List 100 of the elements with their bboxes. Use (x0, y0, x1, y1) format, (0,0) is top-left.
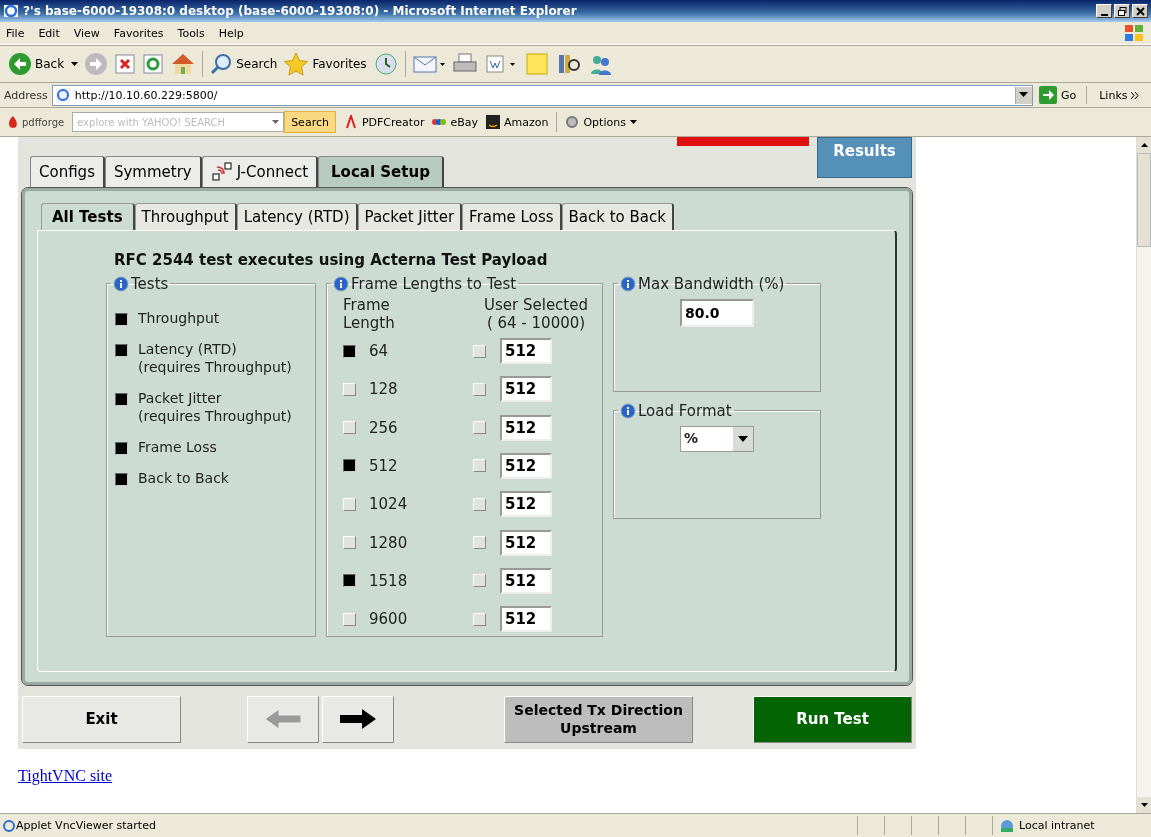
menu-item[interactable]: Help (218, 26, 244, 40)
checkbox-label: 9600 (369, 610, 409, 629)
checkbox-label: 1024 (369, 495, 409, 514)
down-arrow-icon[interactable] (1140, 803, 1148, 807)
column-header: Frame Length (343, 295, 395, 332)
tab[interactable]: Symmetry (104, 155, 202, 188)
frame-length-input[interactable]: 512 (500, 376, 552, 403)
pdfforge-logo[interactable]: pdfforge (6, 115, 65, 129)
up-arrow-icon[interactable] (1140, 143, 1148, 147)
info-icon[interactable] (620, 402, 636, 419)
page-icon (54, 87, 71, 103)
panel-heading: RFC 2544 test executes using Acterna Test Payload (114, 250, 549, 269)
options-menu[interactable]: Options (565, 115, 637, 129)
scrollbar[interactable] (1136, 137, 1151, 813)
toolbar-search-button[interactable]: Search (284, 111, 336, 133)
menu-item[interactable]: Tools (177, 26, 205, 40)
stop-icon[interactable] (114, 53, 137, 75)
checkbox[interactable] (115, 343, 128, 357)
menu-item[interactable]: Favorites (113, 26, 164, 40)
checkbox-label: 64 (369, 342, 390, 361)
frame-length-input[interactable]: 512 (500, 414, 552, 441)
checkbox[interactable] (115, 312, 128, 326)
minimize-button[interactable] (1096, 4, 1112, 18)
bandwidth-input[interactable]: 80.0 (680, 298, 754, 327)
direction-button[interactable]: Selected Tx Direction Upstream (504, 695, 693, 743)
checkbox[interactable] (115, 392, 128, 406)
checkbox-label: Back to Back (138, 468, 229, 487)
document-icon[interactable] (483, 52, 518, 76)
checkbox[interactable] (343, 344, 356, 358)
exit-button[interactable]: Exit (22, 695, 181, 743)
go-button[interactable]: Go (1036, 86, 1088, 104)
history-icon[interactable] (372, 52, 399, 76)
address-label: Address (4, 88, 48, 102)
frame-length-input[interactable]: 512 (500, 606, 552, 633)
globe-icon (999, 818, 1015, 833)
info-icon[interactable] (333, 275, 349, 292)
forward-arrow-button[interactable] (322, 695, 394, 743)
checkbox[interactable] (115, 472, 128, 486)
checkbox[interactable] (343, 574, 356, 588)
status-text: Applet VncViewer started (16, 819, 157, 832)
page-link[interactable]: TightVNC site (18, 767, 113, 785)
toolbar-link[interactable]: eBay (432, 115, 478, 129)
group-title: Tests (131, 274, 169, 293)
back-icon (8, 52, 32, 76)
browser-icon (3, 3, 19, 19)
checkbox-note: (requires Throughput) (138, 406, 292, 425)
toolbar-link[interactable]: Amazon (486, 115, 549, 129)
smile-icon (486, 115, 500, 129)
column-header: User Selected ( 64 - 10000) (484, 295, 588, 332)
tab[interactable]: Back to Back (561, 202, 674, 230)
scrollbar-thumb[interactable] (1137, 153, 1151, 247)
checkbox-label: 1280 (369, 533, 409, 552)
info-icon[interactable] (620, 275, 636, 292)
menu-item[interactable]: View (73, 26, 100, 40)
caret-icon (629, 120, 637, 124)
checkbox-label: Packet Jitter (138, 388, 223, 407)
page-icon (2, 818, 16, 833)
minimize-icon (1100, 13, 1108, 16)
frame-length-input[interactable]: 512 (500, 491, 552, 518)
restore-icon (1117, 6, 1127, 16)
windows-logo-icon (1123, 23, 1145, 43)
menu-item[interactable]: Edit (38, 26, 60, 40)
refresh-icon[interactable] (142, 53, 165, 75)
caret-icon[interactable] (272, 120, 280, 124)
group-title: Max Bandwidth (%) (638, 274, 785, 293)
tab[interactable]: Frame Loss (462, 202, 562, 230)
toolbar-link[interactable]: PDFCreator (343, 115, 425, 129)
address-field[interactable]: http://10.10.60.229:5800/ (51, 84, 1033, 106)
frame-length-input[interactable]: 512 (500, 452, 552, 479)
frame-length-input[interactable]: 512 (500, 338, 552, 365)
restore-button[interactable] (1114, 4, 1130, 18)
menu-item[interactable]: File (6, 26, 25, 40)
back-button[interactable]: Back (8, 52, 79, 76)
frame-length-input[interactable]: 512 (500, 567, 552, 594)
tab[interactable]: All Tests (41, 202, 135, 230)
dots-icon (432, 117, 447, 127)
checkbox-note: (requires Throughput) (138, 357, 292, 376)
group-title: Load Format (638, 401, 732, 420)
tab[interactable]: Latency (RTD) (236, 202, 358, 230)
group-title: Frame Lengths to Test (351, 274, 517, 293)
checkbox[interactable] (115, 441, 128, 455)
tab[interactable]: Local Setup (318, 155, 444, 188)
info-icon[interactable] (113, 275, 129, 292)
tab[interactable]: Throughput (134, 202, 237, 230)
tab[interactable]: J-Connect (201, 155, 319, 188)
frame-length-input[interactable]: 512 (500, 529, 552, 556)
search-button[interactable]: Search (209, 52, 278, 76)
tab[interactable]: Configs (30, 155, 105, 188)
run-test-button[interactable]: Run Test (753, 695, 912, 743)
links-button[interactable]: Links (1091, 88, 1147, 102)
caret-icon (738, 435, 748, 442)
close-button[interactable] (1132, 4, 1148, 18)
search-icon (209, 52, 234, 76)
dropdown-icon[interactable] (1019, 92, 1029, 98)
checkbox[interactable] (343, 459, 356, 473)
caret-icon (71, 62, 79, 66)
favorites-button[interactable]: Favorites (283, 52, 367, 76)
tab[interactable]: Packet Jitter (357, 202, 463, 230)
load-format-dropdown[interactable]: % (680, 425, 754, 452)
checkbox-label: Latency (RTD) (138, 339, 238, 358)
